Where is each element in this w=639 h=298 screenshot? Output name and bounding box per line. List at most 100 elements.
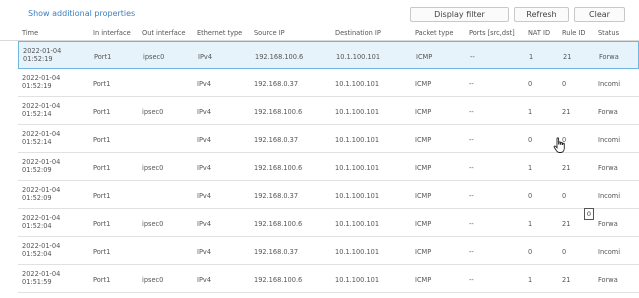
in-interface-cell: Port1 [93, 276, 111, 284]
out-interface-cell: ipsec0 [142, 108, 164, 116]
col-in-interface-header[interactable]: In interface [93, 29, 131, 37]
nat-id-cell: 0 [528, 192, 533, 200]
out-interface-cell: ipsec0 [142, 276, 164, 284]
ports-cell: -- [469, 192, 474, 200]
time-date-cell: 2022-01-04 [22, 214, 61, 222]
packet-type-cell: ICMP [415, 248, 432, 256]
in-interface-cell: Port1 [93, 220, 111, 228]
ports-cell: -- [469, 136, 474, 144]
source-ip-cell: 192.168.100.6 [254, 276, 303, 284]
rule-id-tooltip: 0 [584, 208, 594, 220]
out-interface-cell: ipsec0 [142, 220, 164, 228]
nat-id-cell: 1 [529, 53, 534, 61]
col-ethernet-type-header[interactable]: Ethernet type [197, 29, 242, 37]
refresh-button[interactable]: Refresh [514, 7, 569, 22]
time-clock-cell: 01:52:19 [23, 55, 53, 63]
time-clock-cell: 01:52:14 [22, 110, 52, 118]
destination-ip-cell: 10.1.100.101 [335, 136, 380, 144]
col-status-header[interactable]: Status [598, 29, 619, 37]
table-row[interactable]: 2022-01-04 01:52:09 Port1 IPv4 192.168.0.37 1… [18, 181, 639, 209]
time-clock-cell: 01:51:59 [22, 278, 52, 286]
ports-cell: -- [469, 248, 474, 256]
table-row[interactable]: 2022-01-04 01:52:04 Port1 ipsec0 IPv4 192.168… [18, 209, 639, 237]
nat-id-cell: 1 [528, 164, 533, 172]
packet-type-cell: ICMP [415, 164, 432, 172]
destination-ip-cell: 10.1.100.101 [335, 276, 380, 284]
in-interface-cell: Port1 [93, 108, 111, 116]
col-packet-type-header[interactable]: Packet type [415, 29, 453, 37]
col-nat-id-header[interactable]: NAT ID [528, 29, 550, 37]
table-row[interactable]: 2022-01-04 01:52:14 Port1 IPv4 192.168.0.37 1… [18, 125, 639, 153]
col-source-ip-header[interactable]: Source IP [254, 29, 285, 37]
nat-id-cell: 1 [528, 220, 533, 228]
destination-ip-cell: 10.1.100.101 [335, 80, 380, 88]
display-filter-button[interactable]: Display filter [410, 7, 509, 22]
rule-id-cell: 21 [562, 276, 571, 284]
rule-id-cell: 21 [562, 164, 571, 172]
show-additional-properties-link[interactable]: Show additional properties [28, 9, 135, 18]
nat-id-cell: 0 [528, 80, 533, 88]
rule-id-cell: 21 [563, 53, 572, 61]
col-out-interface-header[interactable]: Out interface [142, 29, 185, 37]
in-interface-cell: Port1 [93, 248, 111, 256]
packet-type-cell: ICMP [415, 192, 432, 200]
ethernet-type-cell: IPv4 [197, 220, 212, 228]
col-destination-ip-header[interactable]: Destination IP [335, 29, 381, 37]
table-row[interactable]: 2022-01-04 01:52:14 Port1 ipsec0 IPv4 192.168… [18, 97, 639, 125]
ports-cell: -- [469, 164, 474, 172]
table-row[interactable]: 2022-01-04 01:52:04 Port1 IPv4 192.168.0.37 1… [18, 237, 639, 265]
destination-ip-cell: 10.1.100.101 [336, 53, 381, 61]
ports-cell: -- [469, 80, 474, 88]
packet-type-cell: ICMP [415, 108, 432, 116]
packet-type-cell: ICMP [415, 136, 432, 144]
col-ports-header[interactable]: Ports [src,dst] [469, 29, 515, 37]
time-date-cell: 2022-01-04 [22, 158, 61, 166]
time-clock-cell: 01:52:04 [22, 222, 52, 230]
table-row[interactable]: 2022-01-04 01:52:19 Port1 ipsec0 IPv4 192.168… [18, 41, 639, 69]
packet-type-cell: ICMP [416, 53, 433, 61]
in-interface-cell: Port1 [93, 192, 111, 200]
nat-id-cell: 0 [528, 136, 533, 144]
time-clock-cell: 01:52:09 [22, 166, 52, 174]
in-interface-cell: Port1 [94, 53, 112, 61]
source-ip-cell: 192.168.0.37 [254, 80, 299, 88]
hand-pointer-icon [553, 137, 565, 153]
time-date-cell: 2022-01-04 [22, 270, 61, 278]
table-row[interactable]: 2022-01-04 01:52:09 Port1 ipsec0 IPv4 192.168… [18, 153, 639, 181]
nat-id-cell: 0 [528, 248, 533, 256]
status-cell: Incomi [598, 136, 621, 144]
status-cell: Forwa [598, 164, 618, 172]
ports-cell: -- [469, 108, 474, 116]
ethernet-type-cell: IPv4 [197, 276, 212, 284]
status-cell: Forwa [598, 108, 618, 116]
destination-ip-cell: 10.1.100.101 [335, 248, 380, 256]
source-ip-cell: 192.168.100.6 [254, 164, 303, 172]
table-row[interactable]: 2022-01-04 01:52:19 Port1 IPv4 192.168.0.37 1… [18, 69, 639, 97]
in-interface-cell: Port1 [93, 164, 111, 172]
source-ip-cell: 192.168.100.6 [254, 108, 303, 116]
source-ip-cell: 192.168.0.37 [254, 248, 299, 256]
source-ip-cell: 192.168.0.37 [254, 136, 299, 144]
toolbar: Show additional properties Display filte… [0, 0, 639, 26]
clear-button[interactable]: Clear [574, 7, 625, 22]
destination-ip-cell: 10.1.100.101 [335, 192, 380, 200]
ethernet-type-cell: IPv4 [197, 80, 212, 88]
rule-id-cell: 0 [562, 248, 567, 256]
packet-type-cell: ICMP [415, 220, 432, 228]
table-row[interactable]: 2022-01-04 01:51:59 Port1 ipsec0 IPv4 192.168… [18, 265, 639, 293]
status-cell: Forwa [598, 276, 618, 284]
time-date-cell: 2022-01-04 [22, 130, 61, 138]
col-time-header[interactable]: Time [22, 29, 38, 37]
source-ip-cell: 192.168.0.37 [254, 192, 299, 200]
table-header: Time In interface Out interface Ethernet ty… [0, 26, 639, 41]
in-interface-cell: Port1 [93, 80, 111, 88]
ethernet-type-cell: IPv4 [197, 164, 212, 172]
col-rule-id-header[interactable]: Rule ID [562, 29, 585, 37]
in-interface-cell: Port1 [93, 136, 111, 144]
source-ip-cell: 192.168.100.6 [255, 53, 304, 61]
rule-id-cell: 0 [562, 80, 567, 88]
ethernet-type-cell: IPv4 [198, 53, 213, 61]
ethernet-type-cell: IPv4 [197, 248, 212, 256]
ethernet-type-cell: IPv4 [197, 108, 212, 116]
time-date-cell: 2022-01-04 [22, 74, 61, 82]
